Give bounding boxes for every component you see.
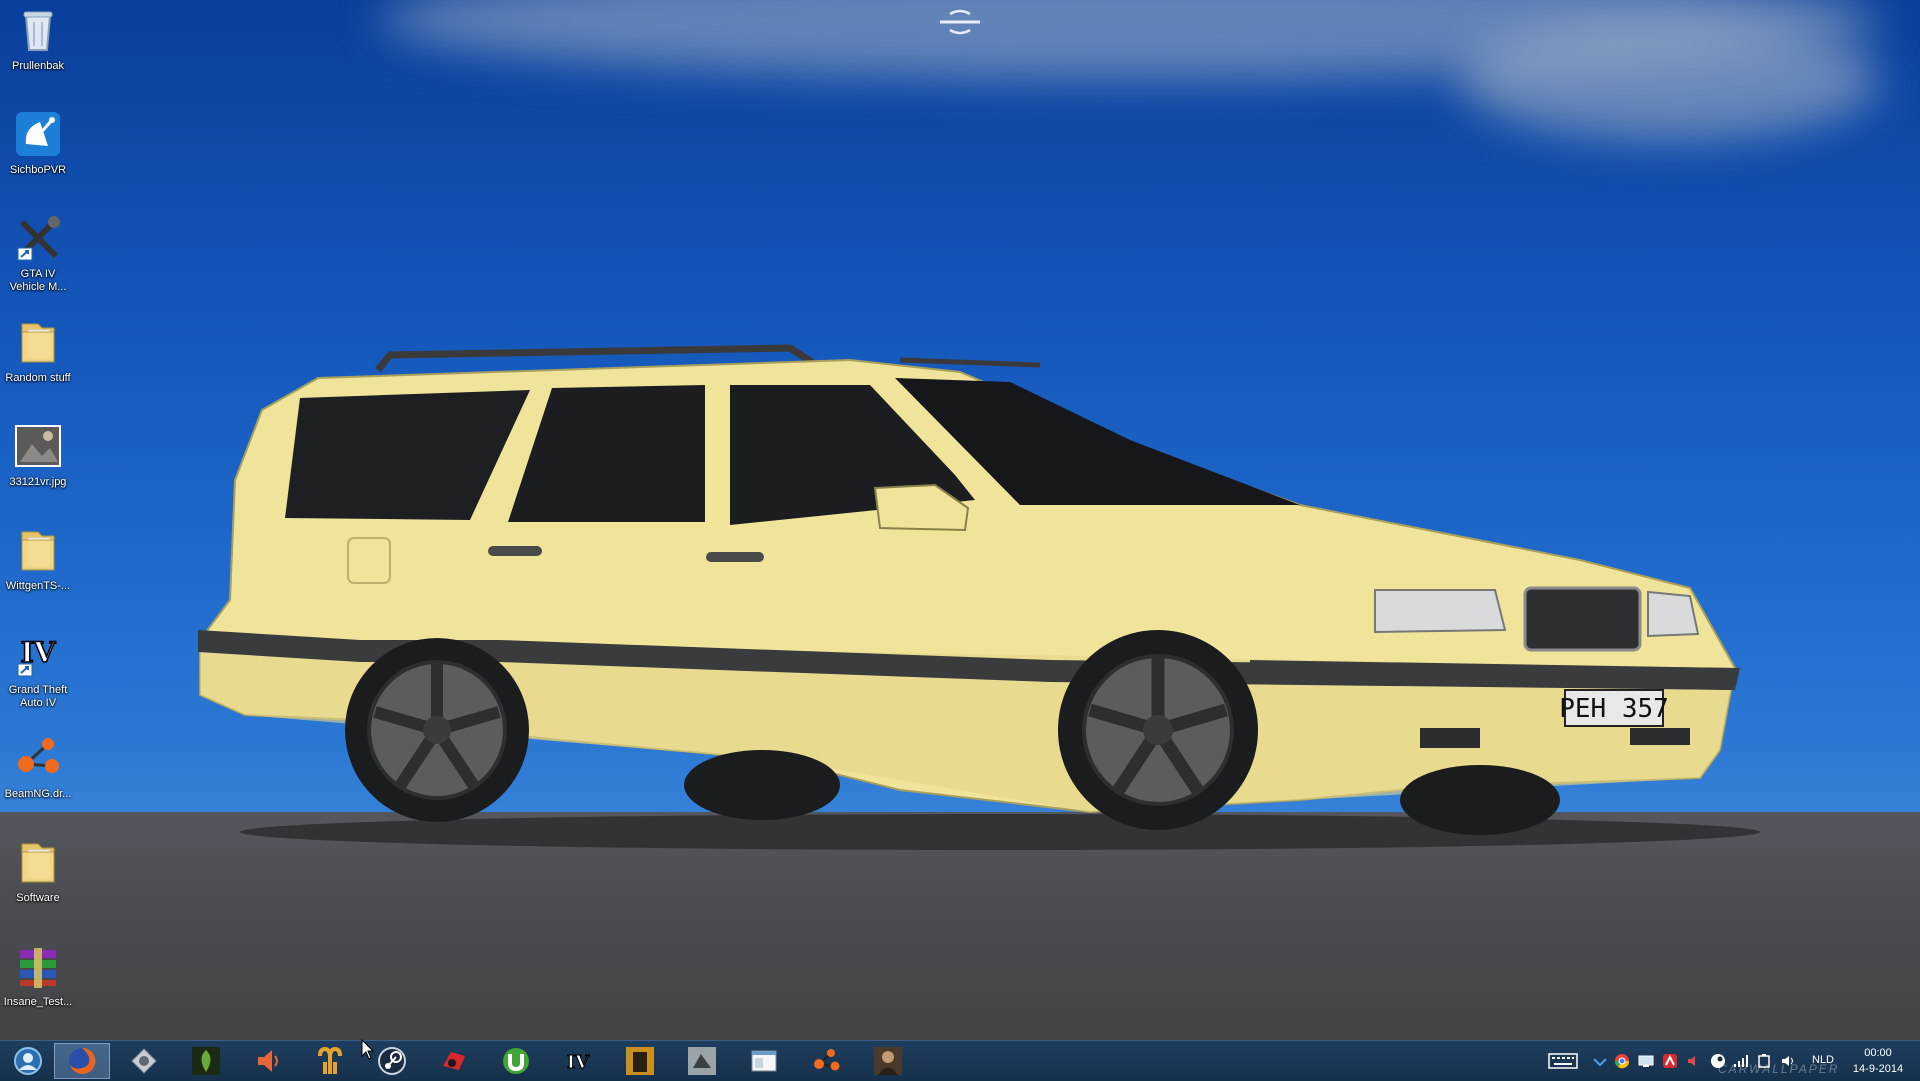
desktop-icon-label: GTA IV Vehicle M...: [9, 268, 67, 293]
desktop-icon-gta-vehicle-manager[interactable]: GTA IV Vehicle M...: [0, 208, 76, 294]
desktop-icon-random-stuff[interactable]: Random stuff: [0, 312, 76, 385]
svg-text:IV: IV: [567, 1052, 590, 1073]
network-tray-icon[interactable]: [1592, 1053, 1608, 1069]
taskbar-red-app[interactable]: [426, 1043, 482, 1079]
window-app-icon: [751, 1050, 777, 1072]
firefox-icon: [69, 1047, 96, 1074]
taskbar-speaker-app[interactable]: [240, 1043, 296, 1079]
desktop-icon-recycle-bin[interactable]: Prullenbak: [0, 0, 76, 73]
mouse-cursor-icon: [361, 1039, 375, 1060]
volume-muted-tray-icon[interactable]: [1686, 1053, 1702, 1069]
satellite-dish-icon: [16, 112, 60, 156]
taskbar-deus-ex[interactable]: [612, 1043, 668, 1079]
winrar-archive-icon: [20, 948, 56, 988]
taskbar-firefox[interactable]: [54, 1043, 110, 1079]
desktop-icon-sichbopvr[interactable]: SichboPVR: [0, 104, 76, 177]
desktop-icon-insane-test[interactable]: Insane_Test...: [0, 936, 76, 1009]
folder-icon: [21, 531, 55, 571]
keyboard-icon[interactable]: [1548, 1051, 1578, 1071]
gta-iv-icon: IV: [17, 635, 57, 677]
tools-icon: [17, 216, 60, 261]
taskbar-alien-game[interactable]: [178, 1043, 234, 1079]
deus-ex-icon: [626, 1047, 654, 1075]
taskbar: IV NLD 00:00 14-9-2014: [0, 1040, 1920, 1081]
volvo-logo-icon: [940, 9, 980, 35]
taskbar-character-game[interactable]: [860, 1043, 916, 1079]
folder-icon: [21, 843, 55, 883]
red-app-icon: [443, 1052, 465, 1070]
desktop-icon-label: Random stuff: [5, 372, 71, 384]
clock-date: 14-9-2014: [1852, 1063, 1904, 1075]
beamng-icon: [18, 738, 59, 773]
desktop-icon-beamng[interactable]: BeamNG.dr...: [0, 728, 76, 801]
rear-wheel: [345, 638, 529, 822]
desktop-icon-label: BeamNG.dr...: [4, 788, 72, 800]
start-button[interactable]: [0, 1043, 56, 1079]
desktop-icon-label: Grand Theft Auto IV: [8, 684, 68, 709]
chrome-tray-icon[interactable]: [1614, 1053, 1630, 1069]
gta-iv-icon: IV: [566, 1052, 590, 1074]
desktop-wallpaper: PEH 357 Prullenbak SichboPVR GTA IV Vehi…: [0, 0, 1920, 1040]
taskbar-gta-iv[interactable]: IV: [550, 1043, 606, 1079]
taskbar-window-app[interactable]: [736, 1043, 792, 1079]
clock-time: 00:00: [1864, 1047, 1892, 1059]
start-orb-icon: [14, 1047, 42, 1075]
taskbar-utorrent[interactable]: [488, 1043, 544, 1079]
steam-icon: [378, 1047, 406, 1075]
desktop-icon-label: SichboPVR: [9, 164, 67, 176]
settings-icon: [131, 1048, 157, 1074]
display-tray-icon[interactable]: [1638, 1053, 1654, 1069]
desktop-icon-image-file[interactable]: 33121vr.jpg: [0, 416, 76, 489]
taskbar-beamng[interactable]: [798, 1043, 854, 1079]
desktop-icon-software[interactable]: Software: [0, 832, 76, 905]
desktop-icon-gta-iv[interactable]: IV Grand Theft Auto IV: [0, 624, 76, 710]
game-icon: [688, 1047, 716, 1075]
taskbar-game[interactable]: [674, 1043, 730, 1079]
character-game-icon: [874, 1047, 902, 1075]
alien-game-icon: [192, 1047, 220, 1075]
folder-icon: [21, 323, 55, 363]
system-clock[interactable]: 00:00 14-9-2014: [1848, 1045, 1908, 1077]
taskbar-settings[interactable]: [116, 1043, 172, 1079]
taskbar-aries[interactable]: [302, 1043, 358, 1079]
image-file-icon: [15, 425, 61, 467]
volvo-wagon-wallpaper: PEH 357: [198, 344, 1760, 850]
utorrent-icon: [503, 1048, 529, 1074]
desktop-icon-label: Prullenbak: [12, 60, 64, 72]
license-plate-text: PEH 357: [1559, 694, 1669, 724]
desktop-icon-wittgents[interactable]: WittgenTS-...: [0, 520, 76, 593]
desktop-icon-label: WittgenTS-...: [5, 580, 71, 592]
front-wheel: [1058, 630, 1258, 830]
recycle-bin-icon: [23, 11, 53, 51]
wallpaper-watermark: CARWALLPAPER: [1718, 1062, 1840, 1076]
aries-icon: [318, 1046, 342, 1074]
speaker-app-icon: [258, 1050, 278, 1072]
desktop-icon-label: Software: [16, 892, 60, 904]
desktop-icon-label: 33121vr.jpg: [9, 476, 67, 488]
desktop-icon-label: Insane_Test...: [3, 996, 73, 1008]
antivirus-tray-icon[interactable]: [1662, 1053, 1678, 1069]
beamng-icon: [814, 1049, 840, 1071]
